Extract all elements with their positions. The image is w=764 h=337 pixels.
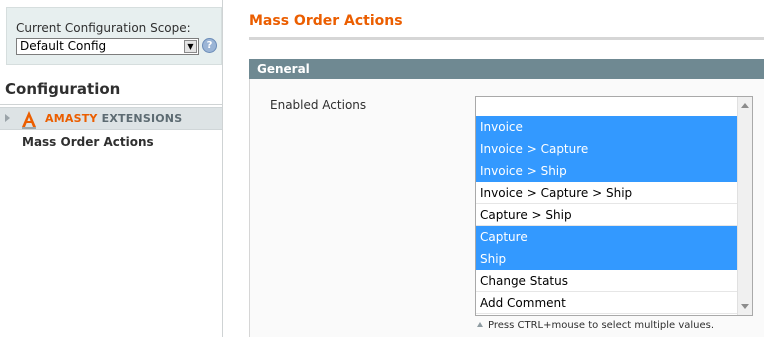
amasty-logo-icon	[22, 111, 36, 129]
group-label-suffix: EXTENSIONS	[101, 112, 183, 125]
scope-selected-value: Default Config	[20, 39, 107, 53]
sidebar-group-label: AMASTY EXTENSIONS	[45, 112, 182, 125]
option-item[interactable]: Add Comment	[476, 292, 738, 314]
note-arrow-icon	[477, 322, 483, 327]
page-title: Mass Order Actions	[249, 13, 403, 29]
enabled-actions-multiselect[interactable]: Invoice Invoice > Capture Invoice > Ship In…	[475, 96, 753, 316]
expand-arrow-icon[interactable]	[5, 114, 10, 122]
scrollbar[interactable]	[737, 97, 752, 315]
section-header-general[interactable]: General	[249, 59, 764, 79]
scroll-down-icon[interactable]	[741, 304, 749, 309]
scope-switcher: Current Configuration Scope: Default Con…	[6, 7, 222, 65]
left-column: Current Configuration Scope: Default Con…	[0, 0, 223, 337]
group-label-brand: AMASTY	[45, 112, 98, 125]
option-item[interactable]: Invoice > Capture > Ship	[476, 182, 738, 204]
option-item[interactable]: Capture	[476, 226, 738, 248]
help-icon[interactable]: ?	[202, 38, 217, 53]
scope-select[interactable]: Default Config ▼	[16, 38, 199, 55]
sidebar-title: Configuration	[5, 80, 121, 98]
option-item[interactable]: Change Status	[476, 270, 738, 292]
scope-label: Current Configuration Scope:	[16, 21, 191, 35]
option-item[interactable]: Invoice > Capture	[476, 138, 738, 160]
sidebar-item-mass-order-actions[interactable]: Mass Order Actions	[22, 135, 154, 149]
field-label-enabled-actions: Enabled Actions	[270, 98, 367, 112]
note-text: Press CTRL+mouse to select multiple valu…	[488, 320, 715, 331]
options-list: Invoice Invoice > Capture Invoice > Ship In…	[476, 97, 738, 314]
scroll-up-icon[interactable]	[741, 103, 749, 108]
option-item[interactable]: Capture > Ship	[476, 204, 738, 226]
option-item[interactable]	[476, 97, 738, 116]
option-item[interactable]: Ship	[476, 248, 738, 270]
chevron-down-icon[interactable]: ▼	[184, 40, 197, 53]
option-item[interactable]: Invoice	[476, 116, 738, 138]
sidebar-group-amasty[interactable]: AMASTY EXTENSIONS	[0, 107, 222, 130]
option-item[interactable]: Invoice > Ship	[476, 160, 738, 182]
divider	[249, 37, 764, 40]
field-note: Press CTRL+mouse to select multiple valu…	[477, 320, 714, 331]
divider	[0, 104, 222, 105]
